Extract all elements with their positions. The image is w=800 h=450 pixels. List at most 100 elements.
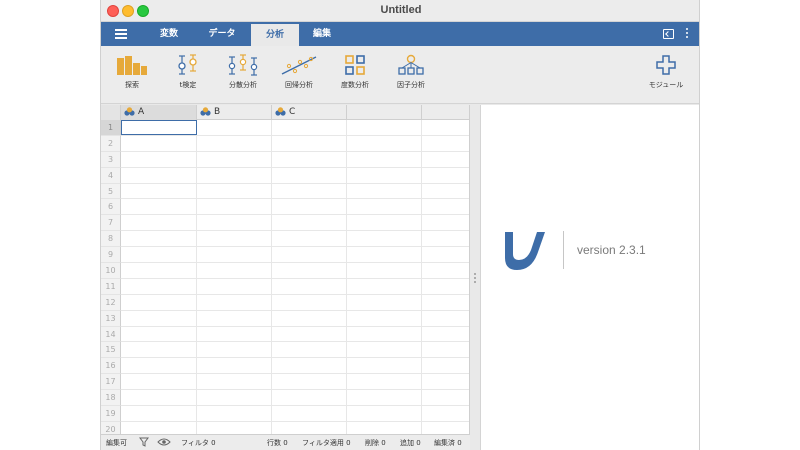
table-cell[interactable] <box>422 168 469 183</box>
table-cell[interactable] <box>197 120 272 135</box>
table-cell[interactable] <box>197 199 272 215</box>
table-cell[interactable] <box>422 374 469 389</box>
table-cell[interactable] <box>347 342 422 358</box>
table-cell[interactable] <box>422 342 469 357</box>
table-cell[interactable] <box>197 183 272 199</box>
factor-button[interactable]: 因子分析 <box>383 54 439 100</box>
table-cell[interactable] <box>197 263 272 278</box>
tab-edit[interactable]: 編集 <box>301 22 343 46</box>
table-cell[interactable] <box>272 120 347 135</box>
column-header-empty[interactable] <box>347 105 422 120</box>
table-cell[interactable] <box>121 390 197 406</box>
table-cell[interactable] <box>422 215 469 230</box>
table-cell[interactable] <box>347 247 422 263</box>
table-cell[interactable] <box>422 358 469 373</box>
table-cell[interactable] <box>197 215 272 231</box>
table-cell[interactable] <box>272 151 347 167</box>
table-cell[interactable] <box>422 263 469 278</box>
table-cell[interactable] <box>422 136 469 151</box>
more-options-icon[interactable] <box>685 28 689 40</box>
table-cell[interactable] <box>347 421 422 434</box>
table-cell[interactable] <box>121 151 197 167</box>
table-cell[interactable] <box>121 278 197 294</box>
table-cell[interactable] <box>121 374 197 390</box>
row-number[interactable]: 15 <box>101 342 121 359</box>
table-cell[interactable] <box>347 263 422 278</box>
row-number[interactable]: 13 <box>101 310 121 327</box>
table-cell[interactable] <box>272 406 347 421</box>
row-number[interactable]: 8 <box>101 231 121 248</box>
table-cell[interactable] <box>272 326 347 342</box>
table-cell[interactable] <box>272 247 347 263</box>
table-cell[interactable] <box>121 263 197 278</box>
table-cell[interactable] <box>347 167 422 183</box>
table-cell[interactable] <box>272 294 347 310</box>
table-cell[interactable] <box>197 135 272 151</box>
drag-handle-icon[interactable] <box>474 273 476 285</box>
table-cell[interactable] <box>272 390 347 406</box>
row-number[interactable]: 16 <box>101 358 121 375</box>
row-number[interactable]: 1 <box>101 120 121 136</box>
filter-icon[interactable] <box>139 437 149 447</box>
table-cell[interactable] <box>422 390 469 405</box>
table-cell[interactable] <box>121 342 197 358</box>
table-cell[interactable] <box>121 310 197 326</box>
column-header-b[interactable]: B <box>197 105 272 120</box>
explore-button[interactable]: 探索 <box>104 54 160 100</box>
table-cell[interactable] <box>272 135 347 151</box>
table-cell[interactable] <box>347 374 422 390</box>
table-cell[interactable] <box>272 278 347 294</box>
row-number[interactable]: 14 <box>101 326 121 343</box>
table-cell[interactable] <box>121 406 197 421</box>
column-header-a[interactable]: A <box>121 105 197 120</box>
table-cell[interactable] <box>197 390 272 406</box>
row-number[interactable]: 9 <box>101 247 121 264</box>
table-cell[interactable] <box>347 278 422 294</box>
table-cell[interactable] <box>422 311 469 326</box>
table-cell[interactable] <box>272 263 347 278</box>
table-cell[interactable] <box>347 231 422 247</box>
table-cell[interactable] <box>197 358 272 374</box>
eye-icon[interactable] <box>157 437 171 447</box>
table-cell[interactable] <box>197 294 272 310</box>
table-cell[interactable] <box>121 358 197 374</box>
table-cell[interactable] <box>347 135 422 151</box>
table-cell[interactable] <box>422 152 469 167</box>
table-cell[interactable] <box>347 358 422 374</box>
table-cell[interactable] <box>347 183 422 199</box>
table-cell[interactable] <box>197 247 272 263</box>
table-cell[interactable] <box>121 421 197 434</box>
table-cell[interactable] <box>347 390 422 406</box>
table-cell[interactable] <box>422 184 469 199</box>
table-cell[interactable] <box>197 151 272 167</box>
table-cell[interactable] <box>272 358 347 374</box>
ttest-button[interactable]: t検定 <box>160 54 216 100</box>
table-cell[interactable] <box>422 295 469 310</box>
row-number[interactable]: 7 <box>101 215 121 232</box>
table-cell[interactable] <box>197 167 272 183</box>
table-cell[interactable] <box>121 199 197 215</box>
row-number[interactable]: 5 <box>101 183 121 200</box>
row-number[interactable]: 4 <box>101 167 121 184</box>
table-cell[interactable] <box>272 342 347 358</box>
tab-data[interactable]: データ <box>199 22 245 46</box>
table-cell[interactable] <box>121 167 197 183</box>
table-cell[interactable] <box>121 120 197 135</box>
table-cell[interactable] <box>272 231 347 247</box>
table-cell[interactable] <box>422 406 469 421</box>
table-cell[interactable] <box>347 310 422 326</box>
table-cell[interactable] <box>121 294 197 310</box>
table-cell[interactable] <box>422 422 469 434</box>
column-header-c[interactable]: C <box>272 105 347 120</box>
table-cell[interactable] <box>422 327 469 342</box>
table-cell[interactable] <box>272 183 347 199</box>
column-header-empty[interactable] <box>422 105 469 120</box>
row-number[interactable]: 18 <box>101 390 121 407</box>
table-cell[interactable] <box>121 135 197 151</box>
modules-button[interactable]: モジュール <box>638 54 694 100</box>
row-number[interactable]: 11 <box>101 278 121 295</box>
table-cell[interactable] <box>272 167 347 183</box>
frequencies-button[interactable]: 度数分析 <box>327 54 383 100</box>
row-number[interactable]: 12 <box>101 294 121 311</box>
table-cell[interactable] <box>422 231 469 246</box>
